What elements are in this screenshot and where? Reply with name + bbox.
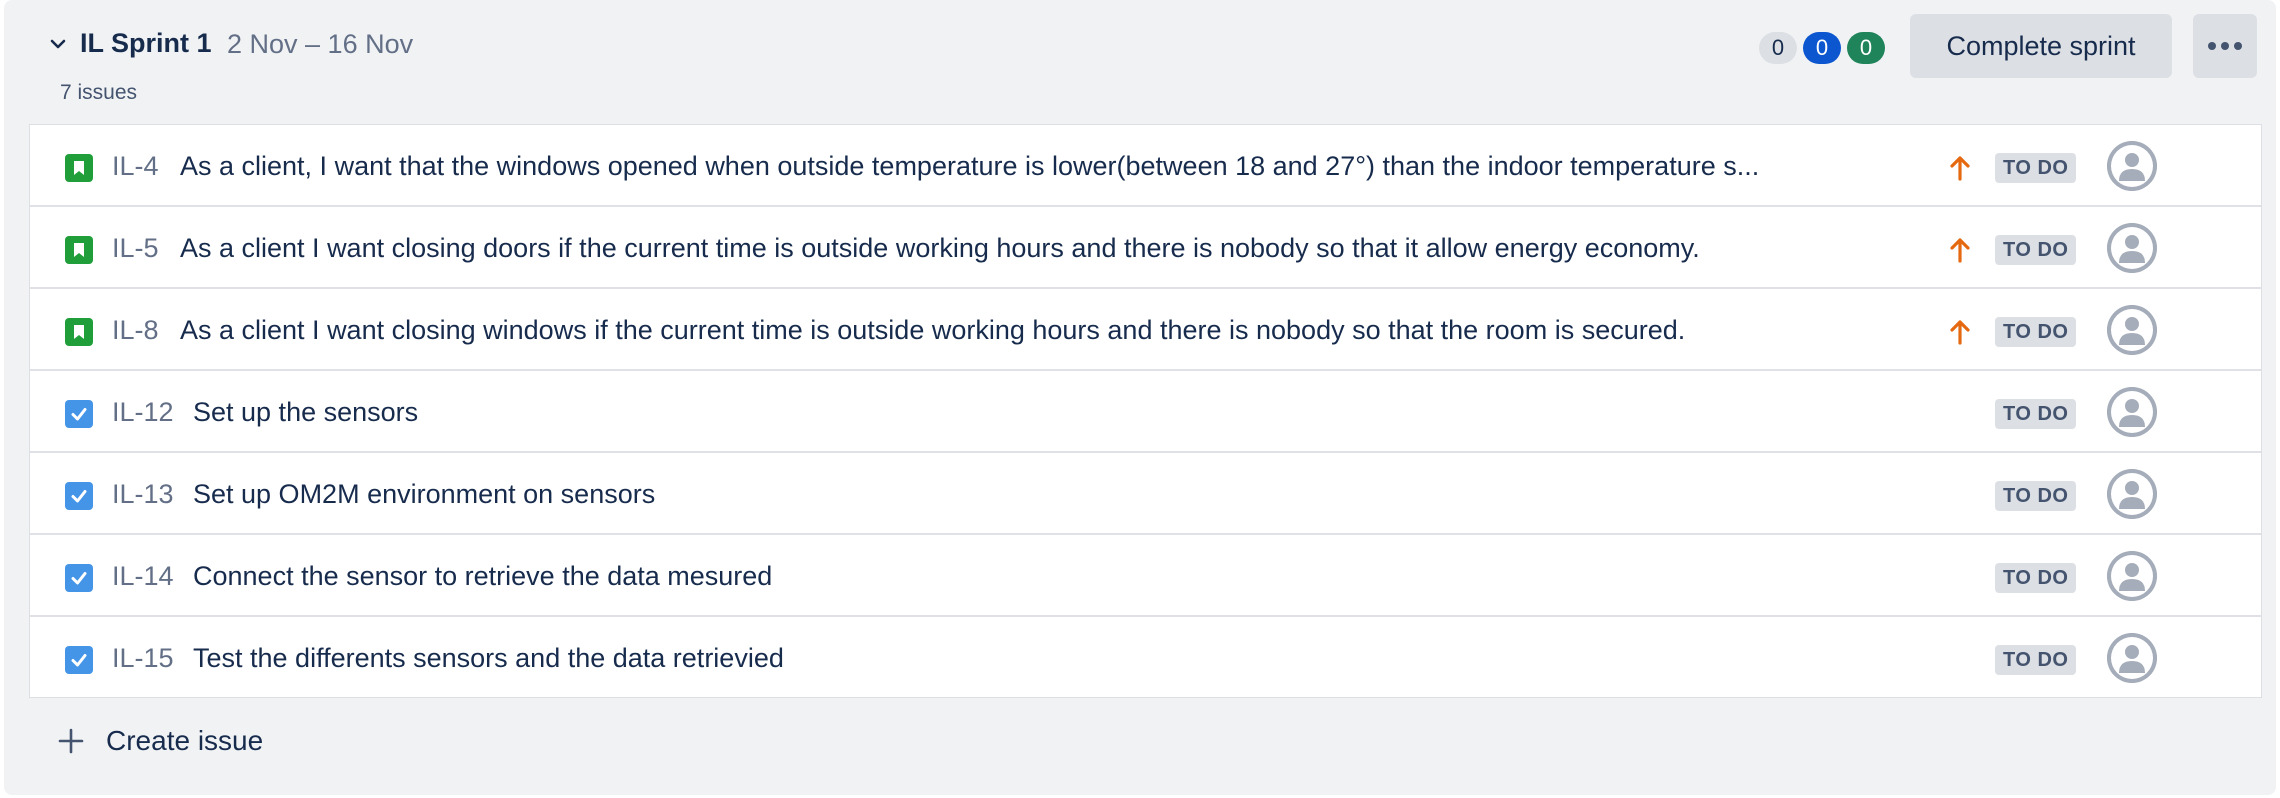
- more-horizontal-icon: [2208, 42, 2242, 50]
- priority-high-icon: [1950, 156, 1970, 181]
- status-counts: 0 0 0: [1759, 32, 1885, 64]
- todo-count-badge: 0: [1759, 32, 1797, 64]
- story-icon: [65, 236, 93, 264]
- assignee-avatar[interactable]: [2107, 469, 2157, 519]
- priority-high-icon: [1950, 238, 1970, 263]
- status-lozenge[interactable]: TO DO: [1995, 235, 2077, 265]
- issue-row[interactable]: IL-8 As a client I want closing windows i…: [30, 289, 2261, 371]
- issue-row[interactable]: IL-12 Set up the sensors TO DO: [30, 371, 2261, 453]
- create-issue-label: Create issue: [106, 725, 264, 756]
- assignee-avatar[interactable]: [2107, 551, 2157, 601]
- issue-summary[interactable]: Set up the sensors: [193, 397, 418, 428]
- issue-row[interactable]: IL-4 As a client, I want that the windows…: [30, 125, 2261, 207]
- story-icon: [65, 318, 93, 346]
- status-lozenge[interactable]: TO DO: [1995, 563, 2077, 593]
- sprint-dates: 2 Nov – 16 Nov: [227, 29, 414, 59]
- status-lozenge[interactable]: TO DO: [1995, 153, 2077, 183]
- status-lozenge[interactable]: TO DO: [1995, 317, 2077, 347]
- issue-summary[interactable]: Connect the sensor to retrieve the data …: [193, 561, 772, 592]
- issue-list: IL-4 As a client, I want that the windows…: [29, 124, 2262, 698]
- sprint-name: IL Sprint 1: [80, 28, 212, 58]
- issue-row[interactable]: IL-13 Set up OM2M environment on sensors T…: [30, 453, 2261, 535]
- issue-key[interactable]: IL-5: [112, 233, 159, 264]
- in-progress-count-badge: 0: [1803, 32, 1841, 64]
- plus-icon: [58, 728, 84, 754]
- issue-summary[interactable]: As a client, I want that the windows ope…: [180, 151, 1759, 182]
- create-issue-button[interactable]: Create issue: [29, 703, 389, 779]
- task-checkbox-icon: [65, 646, 93, 674]
- issue-count: 7 issues: [60, 81, 138, 104]
- assignee-avatar[interactable]: [2107, 141, 2157, 191]
- issue-key[interactable]: IL-14: [112, 561, 174, 592]
- issue-row[interactable]: IL-15 Test the differents sensors and the…: [30, 617, 2261, 699]
- sprint-container: IL Sprint 1 2 Nov – 16 Nov 7 issues 0 0 …: [4, 0, 2276, 795]
- status-lozenge[interactable]: TO DO: [1995, 399, 2077, 429]
- issue-key[interactable]: IL-8: [112, 315, 159, 346]
- status-lozenge[interactable]: TO DO: [1995, 481, 2077, 511]
- chevron-down-icon[interactable]: [44, 30, 72, 58]
- assignee-avatar[interactable]: [2107, 223, 2157, 273]
- assignee-avatar[interactable]: [2107, 305, 2157, 355]
- issue-summary[interactable]: As a client I want closing doors if the …: [180, 233, 1700, 264]
- issue-row[interactable]: IL-5 As a client I want closing doors if …: [30, 207, 2261, 289]
- issue-key[interactable]: IL-15: [112, 643, 174, 674]
- complete-sprint-button[interactable]: Complete sprint: [1910, 14, 2172, 78]
- issue-summary[interactable]: As a client I want closing windows if th…: [180, 315, 1685, 346]
- issue-row[interactable]: IL-14 Connect the sensor to retrieve the …: [30, 535, 2261, 617]
- issue-key[interactable]: IL-4: [112, 151, 159, 182]
- status-lozenge[interactable]: TO DO: [1995, 645, 2077, 675]
- assignee-avatar[interactable]: [2107, 387, 2157, 437]
- task-checkbox-icon: [65, 400, 93, 428]
- issue-summary[interactable]: Test the differents sensors and the data…: [193, 643, 784, 674]
- assignee-avatar[interactable]: [2107, 633, 2157, 683]
- done-count-badge: 0: [1847, 32, 1885, 64]
- task-checkbox-icon: [65, 482, 93, 510]
- priority-high-icon: [1950, 320, 1970, 345]
- issue-key[interactable]: IL-12: [112, 397, 174, 428]
- more-actions-button[interactable]: [2193, 14, 2257, 78]
- task-checkbox-icon: [65, 564, 93, 592]
- issue-summary[interactable]: Set up OM2M environment on sensors: [193, 479, 655, 510]
- sprint-header: IL Sprint 1 2 Nov – 16 Nov 7 issues 0 0 …: [4, 0, 2276, 120]
- issue-key[interactable]: IL-13: [112, 479, 174, 510]
- story-icon: [65, 154, 93, 182]
